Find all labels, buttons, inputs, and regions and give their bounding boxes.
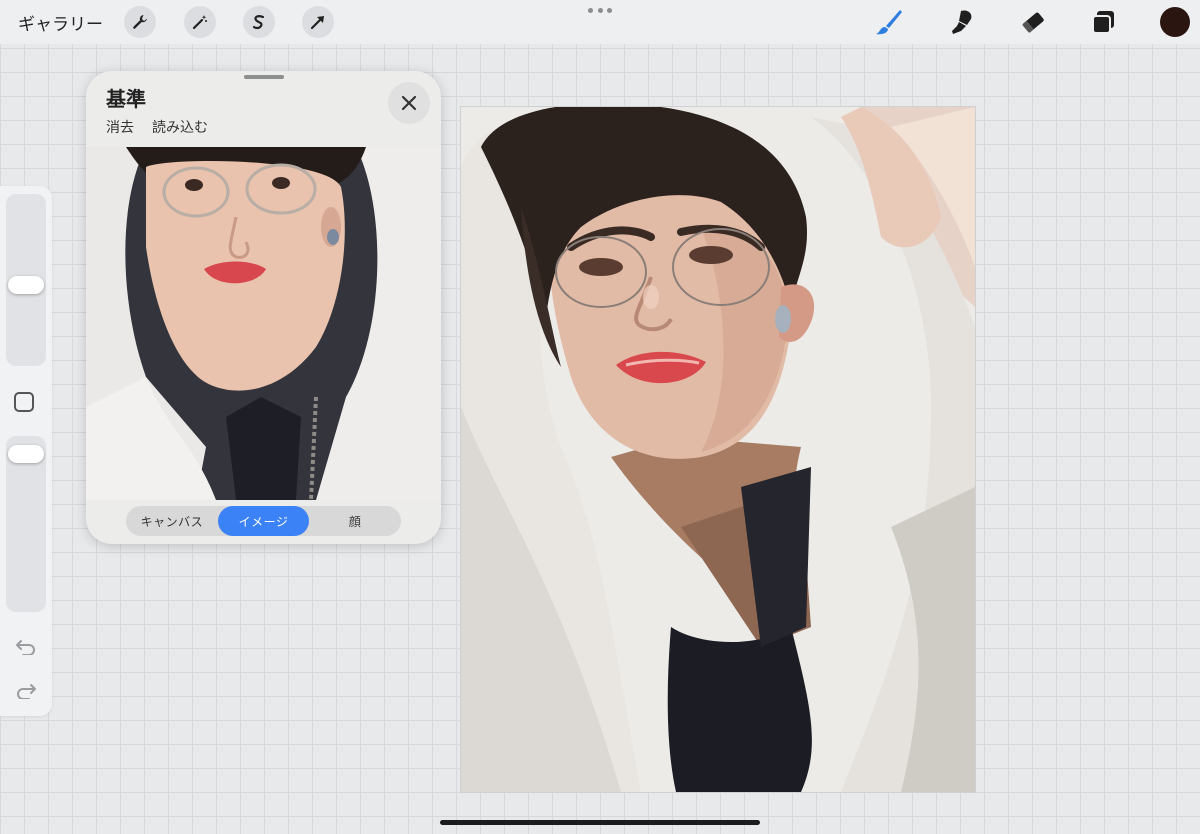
tab-face[interactable]: 顔 xyxy=(309,506,401,536)
painting-canvas[interactable] xyxy=(461,107,975,792)
sidebar xyxy=(0,186,52,716)
close-button[interactable] xyxy=(388,82,430,124)
gallery-button[interactable]: ギャラリー xyxy=(18,10,103,35)
tab-canvas[interactable]: キャンバス xyxy=(126,506,218,536)
close-icon xyxy=(401,95,417,111)
import-button[interactable]: 読み込む xyxy=(152,117,208,137)
color-swatch[interactable] xyxy=(1160,7,1190,37)
magic-wand-icon[interactable] xyxy=(184,6,216,38)
more-dots-icon[interactable] xyxy=(588,4,612,16)
transform-arrow-icon[interactable] xyxy=(302,6,334,38)
panel-grabber[interactable] xyxy=(244,75,284,79)
opacity-thumb[interactable] xyxy=(8,445,44,463)
modify-square-icon[interactable] xyxy=(14,392,34,412)
reference-panel[interactable]: 基準 消去 読み込む キャンバス イメージ 顔 xyxy=(86,71,441,544)
reference-photo xyxy=(86,147,441,500)
opacity-slider[interactable] xyxy=(6,436,46,612)
undo-icon[interactable] xyxy=(14,636,38,656)
tab-image[interactable]: イメージ xyxy=(217,506,310,536)
clear-button[interactable]: 消去 xyxy=(106,117,134,137)
reference-tab-switcher[interactable]: キャンバス イメージ 顔 xyxy=(126,506,401,536)
brush-size-thumb[interactable] xyxy=(8,276,44,294)
panel-title: 基準 xyxy=(106,87,146,111)
home-indicator[interactable] xyxy=(440,820,760,825)
redo-icon[interactable] xyxy=(14,680,38,700)
eraser-icon[interactable] xyxy=(1017,6,1049,38)
layers-icon[interactable] xyxy=(1088,6,1120,38)
selection-icon[interactable] xyxy=(243,6,275,38)
brush-size-slider[interactable] xyxy=(6,194,46,366)
wrench-icon[interactable] xyxy=(124,6,156,38)
brush-icon[interactable] xyxy=(873,6,905,38)
smudge-icon[interactable] xyxy=(946,6,978,38)
top-toolbar: ギャラリー xyxy=(0,0,1200,44)
